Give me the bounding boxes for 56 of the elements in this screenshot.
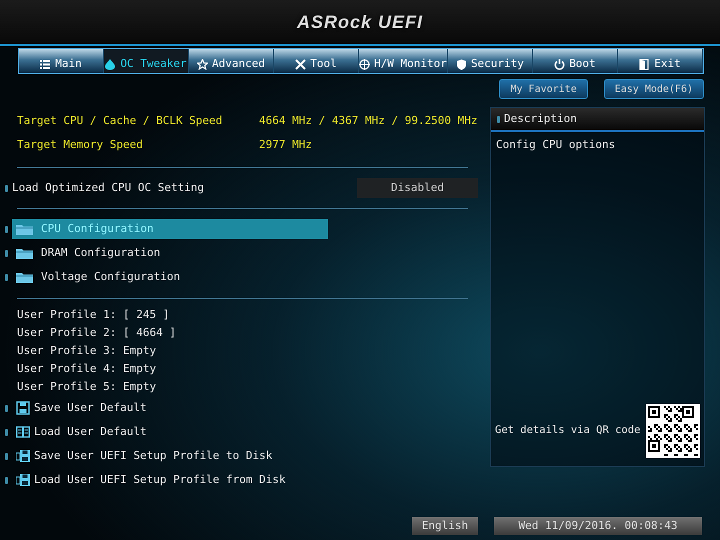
item-marker-icon xyxy=(5,404,8,412)
logo: ASRock UEFI xyxy=(296,10,424,34)
power-icon xyxy=(554,58,566,70)
tab[interactable]: Boot xyxy=(532,49,618,73)
menu-item[interactable]: Voltage Configuration xyxy=(12,267,328,287)
item-marker-icon xyxy=(5,274,8,280)
profile-text: User Profile 1: [ 245 ] xyxy=(17,306,170,323)
shield-icon xyxy=(456,58,467,70)
item-marker-icon xyxy=(5,184,8,192)
setting-value: 2977 MHz xyxy=(259,136,312,153)
folder-icon xyxy=(16,271,33,283)
list-icon xyxy=(40,58,52,70)
item-marker-icon xyxy=(497,116,500,122)
setting-value: 4664 MHz / 4367 MHz / 99.2500 MHz xyxy=(259,112,478,129)
floppy-disk-icon xyxy=(16,473,30,487)
tab[interactable]: Tool xyxy=(274,49,360,73)
action-item[interactable]: Save User Default xyxy=(12,400,147,416)
folder-icon xyxy=(16,247,33,259)
item-marker-icon xyxy=(5,452,8,460)
tab[interactable]: H/W Monitor xyxy=(359,49,448,73)
floppy-disk-icon xyxy=(16,449,30,463)
item-marker-icon xyxy=(5,250,8,256)
crosshair-icon xyxy=(359,58,370,70)
menu-item[interactable]: DRAM Configuration xyxy=(12,243,328,263)
setting-label: Load Optimized CPU OC Setting xyxy=(12,180,206,196)
date-time: Wed 11/09/2016. 00:08:43 xyxy=(494,517,702,535)
tab[interactable]: Exit xyxy=(618,49,703,73)
action-item[interactable]: Load User UEFI Setup Profile from Disk xyxy=(12,472,286,488)
action-item[interactable]: Load User Default xyxy=(12,424,147,440)
panel-title: Description xyxy=(504,110,577,127)
tab[interactable]: Advanced xyxy=(189,49,274,73)
star-icon xyxy=(197,58,208,70)
profile-text: User Profile 2: [ 4664 ] xyxy=(17,324,176,341)
setting-label: Target Memory Speed xyxy=(17,136,144,153)
item-marker-icon xyxy=(5,226,8,232)
tab[interactable]: Security xyxy=(448,49,533,73)
qr-hint: Get details via QR code xyxy=(495,423,640,438)
item-marker-icon xyxy=(5,476,8,484)
tab[interactable]: OC Tweaker xyxy=(104,49,190,73)
profile-text: User Profile 4: Empty xyxy=(17,360,156,377)
dropdown-field[interactable]: Disabled xyxy=(357,178,478,198)
setting-label: Target CPU / Cache / BCLK Speed xyxy=(17,112,224,129)
profile-text: User Profile 3: Empty xyxy=(17,342,156,359)
flame-icon xyxy=(105,58,116,70)
language-button[interactable]: English xyxy=(412,517,478,535)
door-icon xyxy=(639,58,650,70)
qr-code xyxy=(646,404,700,458)
tools-icon xyxy=(295,58,306,70)
easy-mode-button[interactable]: Easy Mode(F6) xyxy=(604,79,704,99)
favorite-button[interactable]: My Favorite xyxy=(499,79,588,99)
folder-icon xyxy=(16,223,33,235)
action-item[interactable]: Save User UEFI Setup Profile to Disk xyxy=(12,448,272,464)
book-icon xyxy=(16,425,30,439)
item-marker-icon xyxy=(5,428,8,436)
profile-text: User Profile 5: Empty xyxy=(17,378,156,395)
description-text: Config CPU options xyxy=(495,137,616,153)
